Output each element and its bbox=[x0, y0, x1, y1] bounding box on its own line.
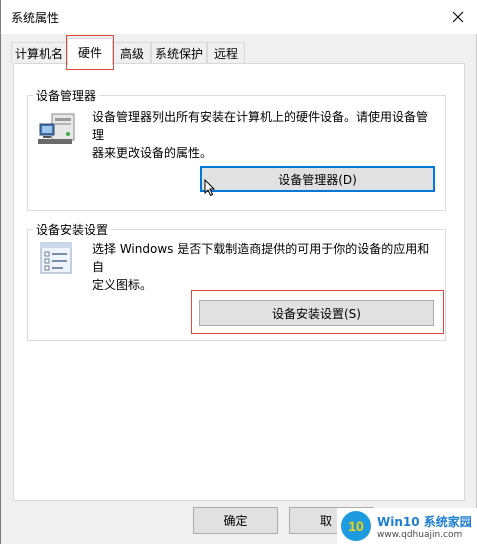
tab-strip: 计算机名 硬件 高级 系统保护 远程 bbox=[1, 34, 477, 65]
watermark-text: Win10 系统家园 www.qdhuajin.com bbox=[377, 513, 472, 540]
device-manager-icon bbox=[38, 113, 75, 144]
title-bar: 系统属性 bbox=[1, 0, 477, 34]
close-button[interactable] bbox=[447, 6, 469, 28]
mouse-cursor-icon bbox=[204, 179, 216, 197]
tab-system-protection[interactable]: 系统保护 bbox=[151, 42, 207, 63]
system-properties-window: 系统属性 计算机名 硬件 高级 系统保护 远程 设备管理器 设备管理器列出所有安… bbox=[0, 0, 477, 544]
device-manager-button[interactable]: 设备管理器(D) bbox=[200, 166, 435, 192]
device-manager-group-label: 设备管理器 bbox=[33, 87, 100, 104]
device-install-description: 选择 Windows 是否下载制造商提供的可用于你的设备的应用和自 定义图标。 bbox=[92, 242, 430, 292]
watermark-url: www.qdhuajin.com bbox=[377, 529, 463, 540]
tab-hardware[interactable]: 硬件 bbox=[67, 38, 113, 65]
device-manager-group: 设备管理器 设备管理器列出所有安装在计算机上的硬件设备。请使用设备管理 器来更改… bbox=[27, 87, 446, 211]
window-title: 系统属性 bbox=[11, 11, 60, 25]
tab-remote[interactable]: 远程 bbox=[207, 42, 245, 63]
settings-list-icon bbox=[40, 242, 72, 274]
device-install-settings-button[interactable]: 设备安装设置(S) bbox=[199, 300, 434, 326]
win10-logo-icon: 10 bbox=[341, 511, 371, 541]
watermark: 10 Win10 系统家园 www.qdhuajin.com bbox=[337, 508, 477, 544]
tab-advanced[interactable]: 高级 bbox=[113, 42, 151, 63]
device-install-group-label: 设备安装设置 bbox=[33, 221, 112, 238]
hardware-tab-panel: 设备管理器 设备管理器列出所有安装在计算机上的硬件设备。请使用设备管理 器来更改… bbox=[13, 63, 465, 501]
device-manager-description: 设备管理器列出所有安装在计算机上的硬件设备。请使用设备管理 器来更改设备的属性。 bbox=[92, 110, 429, 160]
ok-button[interactable]: 确定 bbox=[193, 507, 278, 534]
svg-text:10: 10 bbox=[348, 518, 364, 534]
tab-computer-name[interactable]: 计算机名 bbox=[11, 42, 67, 63]
watermark-brand: Win10 系统家园 bbox=[377, 514, 472, 529]
close-icon bbox=[452, 11, 464, 23]
